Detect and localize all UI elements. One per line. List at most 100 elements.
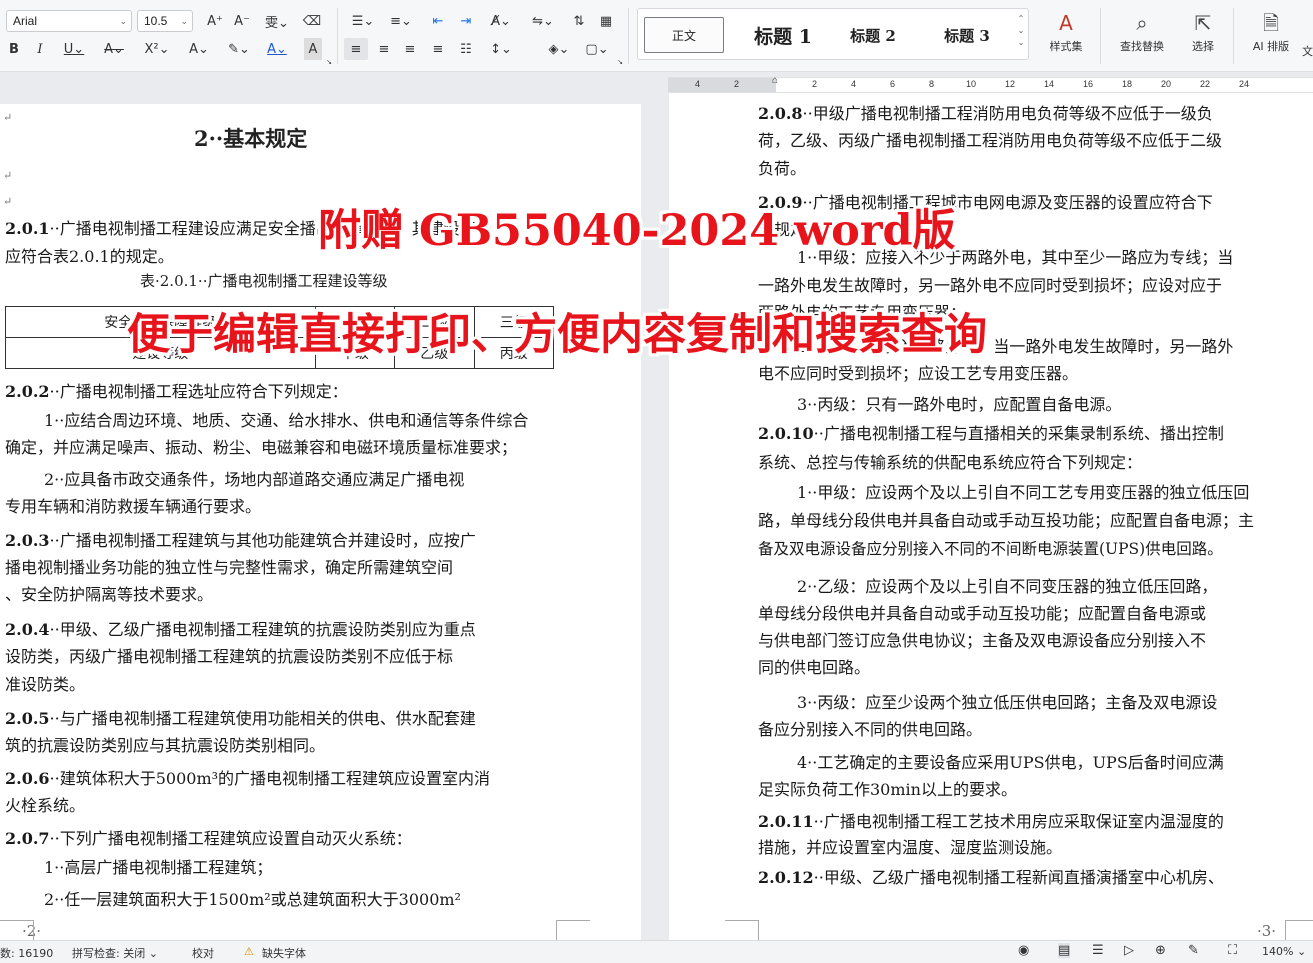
decrease-indent-icon[interactable]: ⇤: [426, 10, 450, 32]
zoom-level[interactable]: 140% ⌄: [1262, 945, 1306, 958]
strikethrough-button[interactable]: A⌄: [100, 38, 128, 60]
clause-item: 足实际负荷工作30min以上的要求。: [758, 780, 1017, 799]
zoom-value: 140%: [1262, 945, 1294, 958]
style-gallery: 正文 标题 1 标题 2 标题 3 ⌃ ⌄ ⌄: [637, 8, 1029, 60]
clause-item: 一路外电发生故障时，另一路外电不应同时受到损坏；应设对应于: [758, 276, 1223, 295]
missing-font-button[interactable]: 缺失字体: [262, 945, 306, 961]
grow-font-icon[interactable]: A⁺: [203, 10, 227, 32]
style-heading-2[interactable]: 标题 2: [836, 17, 910, 53]
clause-text: 设防类，丙级广播电视制播工程建筑的抗震设防类别不应低于标: [5, 647, 454, 666]
ai-doc-icon: 🗎: [1262, 11, 1280, 35]
clause-text: 荷，乙级、丙级广播电视制播工程消防用电负荷等级不应低于二级: [758, 131, 1223, 150]
phonetic-guide-icon[interactable]: 雯⌄: [260, 10, 294, 32]
text-effect-button[interactable]: A⌄: [184, 38, 214, 60]
eye-icon[interactable]: ◉: [1018, 943, 1029, 958]
clause-2-0-4: 2.0.4··甲级、乙级广播电视制播工程建筑的抗震设防类别应为重点: [5, 620, 476, 639]
ruler-label: 4: [851, 79, 857, 89]
style-set-label: 样式集: [1049, 40, 1083, 53]
shading-icon[interactable]: ◈⌄: [544, 38, 574, 60]
underline-button[interactable]: U⌄: [60, 38, 88, 60]
dialog-launcher-icon[interactable]: ↘: [616, 58, 624, 66]
distribute-icon[interactable]: ☷: [454, 38, 478, 60]
page-view-icon[interactable]: ▤: [1058, 943, 1071, 958]
char-shading-button[interactable]: A: [304, 38, 322, 60]
font-size-select[interactable]: 10.5 ⌄: [137, 10, 193, 32]
warning-icon: ⚠: [244, 945, 254, 958]
chevron-down-icon: ⌄: [119, 16, 127, 26]
highlight-icon[interactable]: ✎⌄: [224, 38, 254, 60]
clause-text: 措施，并应设置室内温度、湿度监测设施。: [758, 838, 1063, 857]
clause-2-0-5: 2.0.5··与广播电视制播工程建筑使用功能相关的供电、供水配套建: [5, 709, 476, 728]
style-heading-3[interactable]: 标题 3: [930, 17, 1004, 53]
dialog-launcher-icon[interactable]: ↘: [325, 58, 333, 66]
find-replace-button[interactable]: ⌕ 查找替换: [1110, 8, 1174, 64]
play-icon[interactable]: ▷: [1124, 943, 1134, 958]
clause-text: 应符合表2.0.1的规定。: [5, 247, 174, 266]
border-icon[interactable]: ▢⌄: [582, 38, 612, 60]
clause-text: 播电视制播业务功能的独立性与完整性需求，确定所需建筑空间: [5, 558, 454, 577]
more-icon[interactable]: 文: [1302, 40, 1313, 62]
style-normal[interactable]: 正文: [644, 17, 724, 53]
outline-view-icon[interactable]: ☰: [1092, 943, 1104, 958]
ai-layout-label: AI 排版: [1252, 40, 1290, 53]
line-spacing-icon[interactable]: ↕⌄: [486, 38, 516, 60]
style-scroll-icon[interactable]: ⌃ ⌄ ⌄: [1016, 13, 1026, 49]
ruler-label: 24: [1239, 79, 1250, 89]
align-left-icon[interactable]: ≡: [344, 38, 368, 60]
numbered-list-icon[interactable]: ≡⌄: [386, 10, 416, 32]
font-name-select[interactable]: Arial ⌄: [6, 10, 132, 32]
clause-item: 1··高层广播电视制播工程建筑；: [44, 858, 273, 877]
style-set-icon: A: [1059, 11, 1073, 35]
clause-2-0-3: 2.0.3··广播电视制播工程建筑与其他功能建筑合并建设时，应按广: [5, 531, 476, 550]
divider: [628, 8, 629, 64]
proofread-button[interactable]: 校对: [192, 945, 214, 961]
clause-item: 电不应同时受到损坏；应设工艺专用变压器。: [758, 364, 1079, 383]
pen-icon[interactable]: ✎: [1188, 943, 1199, 958]
superscript-button[interactable]: X²⌄: [142, 38, 172, 60]
increase-indent-icon[interactable]: ⇥: [454, 10, 478, 32]
divider: [337, 8, 338, 64]
paragraph-mark: ↵: [3, 195, 13, 208]
clause-item: 备应分别接入不同的供电回路。: [758, 720, 983, 739]
clause-2-0-2: 2.0.2··广播电视制播工程选址应符合下列规定：: [5, 382, 348, 401]
paragraph-mark: ↵: [3, 111, 13, 124]
bullet-list-icon[interactable]: ☰⌄: [348, 10, 378, 32]
ruler-label: 2: [812, 79, 818, 89]
text-direction-icon[interactable]: ⇋⌄: [528, 10, 558, 32]
font-color-button[interactable]: A⌄: [262, 38, 292, 60]
justify-icon[interactable]: ≡: [426, 38, 450, 60]
fit-screen-icon[interactable]: ⛶: [1228, 943, 1237, 958]
web-view-icon[interactable]: ⊕: [1155, 943, 1166, 958]
clause-item: 2··乙级：应设两个及以上引自不同变压器的独立低压回路，: [797, 577, 1218, 596]
eraser-icon[interactable]: ⌫: [300, 10, 324, 32]
align-right-icon[interactable]: ≡: [398, 38, 422, 60]
sort-icon[interactable]: ⇅: [567, 10, 591, 32]
page-corner-mark: [1285, 920, 1313, 940]
ruler-label: 4: [695, 79, 701, 89]
word-count[interactable]: 数: 16190: [0, 945, 53, 961]
ai-layout-button[interactable]: 🗎 AI 排版: [1243, 8, 1299, 64]
show-marks-icon[interactable]: ▦: [594, 10, 618, 32]
style-heading-1[interactable]: 标题 1: [738, 17, 828, 53]
clause-item: 路，单母线分段供电并具备自动或手动互投功能；应配置自备电源；主: [758, 511, 1255, 530]
chinese-layout-icon[interactable]: A̸⌄: [486, 10, 516, 32]
shrink-font-icon[interactable]: A⁻: [230, 10, 254, 32]
horizontal-ruler[interactable]: 4 2 2 4 6 8 10 12 14 16 18 20 22 24 ⌂: [668, 75, 1313, 93]
style-set-button[interactable]: A 样式集: [1040, 8, 1092, 64]
divider: [1233, 8, 1234, 64]
clause-text: 负荷。: [758, 159, 807, 178]
paragraph-mark: ↵: [3, 169, 13, 182]
select-button[interactable]: ⇱ 选择: [1180, 8, 1226, 64]
align-center-icon[interactable]: ≡: [372, 38, 396, 60]
indent-marker-icon[interactable]: ⌂: [772, 75, 778, 86]
promo-banner-line1: 附赠 GB55040-2024 word版: [318, 206, 956, 256]
clause-text: 火栓系统。: [5, 796, 86, 815]
section-title: 2··基本规定: [194, 126, 308, 151]
table-caption: 表·2.0.1··广播电视制播工程建设等级: [140, 272, 388, 290]
bold-button[interactable]: B: [6, 38, 22, 60]
italic-button[interactable]: I: [32, 38, 48, 60]
clause-2-0-7: 2.0.7··下列广播电视制播工程建筑应设置自动灭火系统：: [5, 829, 412, 848]
spell-check-status[interactable]: 拼写检查: 关闭 ⌄: [72, 945, 158, 961]
ruler-label: 12: [1005, 79, 1016, 89]
chevron-down-icon: ⌄: [180, 16, 188, 26]
